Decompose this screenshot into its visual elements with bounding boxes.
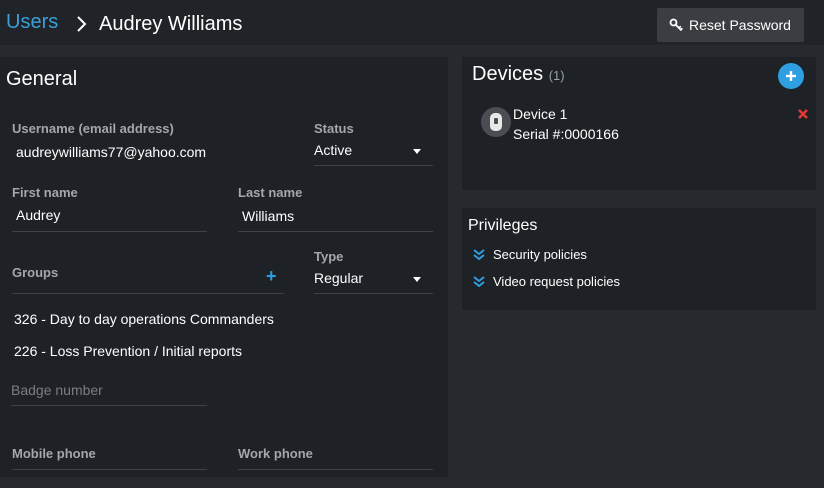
chevron-down-icon — [413, 149, 421, 154]
type-underline — [314, 293, 433, 294]
camera-device-icon — [490, 113, 502, 131]
privilege-label: Video request policies — [493, 274, 620, 289]
last-name-field[interactable]: Williams — [242, 208, 294, 224]
general-panel: General Username (email address) audreyw… — [0, 57, 448, 477]
mobile-phone-field[interactable] — [12, 469, 207, 470]
reset-password-label: Reset Password — [689, 17, 791, 33]
plus-icon — [786, 71, 796, 81]
privileges-panel: Privileges Security policies Video reque… — [462, 208, 816, 310]
breadcrumb-users-link[interactable]: Users — [6, 11, 58, 34]
device-serial: Serial #:0000166 — [513, 126, 619, 142]
badge-number-input[interactable]: Badge number — [11, 382, 207, 404]
chevron-down-icon — [413, 277, 421, 282]
groups-label: Groups — [12, 265, 59, 280]
top-bar: Users Audrey Williams Reset Password — [0, 0, 824, 45]
page-title: Audrey Williams — [99, 13, 243, 35]
group-item: 326 - Day to day operations Commanders — [14, 311, 274, 327]
group-item: 226 - Loss Prevention / Initial reports — [14, 343, 243, 359]
last-name-label: Last name — [238, 185, 303, 200]
status-label: Status — [314, 121, 354, 136]
first-name-underline — [12, 231, 207, 232]
privilege-label: Security policies — [493, 247, 587, 262]
double-chevron-down-icon — [473, 276, 485, 288]
badge-underline — [11, 405, 207, 406]
groups-underline — [12, 293, 284, 294]
key-icon — [669, 18, 683, 32]
devices-panel: Devices (1) Device 1 Serial #:0000166 — [462, 57, 816, 190]
mobile-phone-label: Mobile phone — [12, 446, 96, 461]
first-name-field[interactable]: Audrey — [16, 207, 60, 223]
first-name-label: First name — [12, 185, 78, 200]
type-label: Type — [314, 249, 344, 264]
reset-password-button[interactable]: Reset Password — [657, 8, 804, 42]
add-group-button[interactable]: + — [266, 267, 277, 285]
devices-title: Devices (1) — [472, 63, 565, 86]
devices-title-text: Devices — [472, 63, 544, 85]
add-device-button[interactable] — [778, 63, 804, 89]
work-phone-label: Work phone — [238, 446, 313, 461]
last-name-underline — [238, 231, 433, 232]
privileges-title: Privileges — [468, 217, 538, 234]
status-underline — [314, 165, 433, 166]
devices-count: (1) — [548, 68, 565, 83]
type-value: Regular — [314, 270, 364, 286]
username-label: Username (email address) — [12, 121, 174, 136]
status-select[interactable]: Active — [314, 142, 432, 164]
status-value: Active — [314, 142, 353, 158]
username-field[interactable]: audreywilliams77@yahoo.com — [16, 144, 206, 160]
general-title: General — [6, 68, 78, 90]
double-chevron-down-icon — [473, 249, 485, 261]
remove-device-close-icon[interactable] — [797, 108, 809, 120]
chevron-right-icon — [77, 16, 87, 32]
work-phone-field[interactable] — [238, 469, 433, 470]
type-select[interactable]: Regular — [314, 270, 432, 292]
device-avatar — [481, 107, 511, 137]
device-name: Device 1 — [513, 106, 568, 122]
